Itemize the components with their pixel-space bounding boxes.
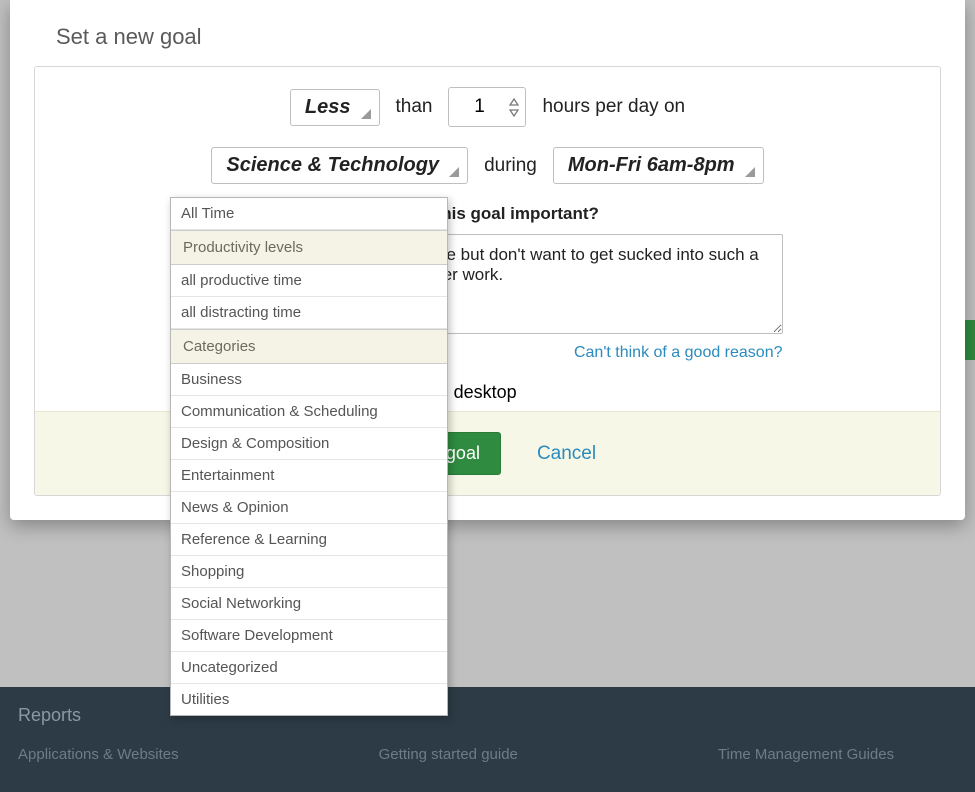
- dropdown-option[interactable]: Social Networking: [171, 588, 447, 620]
- dropdown-option[interactable]: Design & Composition: [171, 428, 447, 460]
- label-than: than: [396, 96, 433, 118]
- label-unit: hours per day on: [542, 96, 685, 118]
- dropdown-option[interactable]: News & Opinion: [171, 492, 447, 524]
- hint-link[interactable]: Can't think of a good reason?: [574, 344, 783, 361]
- dropdown-option[interactable]: Entertainment: [171, 460, 447, 492]
- stepper-up-icon[interactable]: [509, 98, 519, 107]
- category-dropdown-menu[interactable]: All TimeProductivity levelsall productiv…: [170, 197, 448, 716]
- row-sentence-2: Science & Technology during Mon-Fri 6am-…: [35, 147, 940, 184]
- row-sentence-1: Less than hours per day on: [35, 87, 940, 127]
- dropdown-option[interactable]: Communication & Scheduling: [171, 396, 447, 428]
- dropdown-option[interactable]: Shopping: [171, 556, 447, 588]
- dropdown-option[interactable]: Utilities: [171, 684, 447, 715]
- label-during: during: [484, 155, 537, 177]
- dropdown-section-header: Productivity levels: [171, 230, 447, 265]
- category-select[interactable]: Science & Technology: [211, 147, 468, 184]
- stepper-down-icon[interactable]: [509, 108, 519, 117]
- dropdown-option[interactable]: Software Development: [171, 620, 447, 652]
- dropdown-option[interactable]: all productive time: [171, 265, 447, 297]
- dropdown-option[interactable]: all distracting time: [171, 297, 447, 329]
- direction-select[interactable]: Less: [290, 89, 380, 126]
- schedule-select[interactable]: Mon-Fri 6am-8pm: [553, 147, 764, 184]
- dropdown-option[interactable]: Business: [171, 364, 447, 396]
- hours-input[interactable]: [449, 88, 509, 126]
- schedule-value: Mon-Fri 6am-8pm: [568, 154, 735, 176]
- dropdown-option[interactable]: Reference & Learning: [171, 524, 447, 556]
- bg-footer-links: Applications & Websites Getting started …: [18, 746, 957, 763]
- goal-panel: Less than hours per day on Science & Tec…: [34, 66, 941, 496]
- chevron-down-icon: [745, 167, 755, 177]
- chevron-down-icon: [361, 109, 371, 119]
- category-value: Science & Technology: [226, 154, 439, 176]
- modal-title: Set a new goal: [56, 24, 941, 50]
- bg-footer-title: Reports: [18, 705, 957, 726]
- bg-footer-link: Getting started guide: [379, 746, 518, 763]
- direction-value: Less: [305, 96, 351, 118]
- bg-footer: Reports Applications & Websites Getting …: [0, 687, 975, 792]
- chevron-down-icon: [449, 167, 459, 177]
- dropdown-section-header: Categories: [171, 329, 447, 364]
- goal-modal: Set a new goal Less than hours per day o…: [10, 0, 965, 520]
- dropdown-option[interactable]: Uncategorized: [171, 652, 447, 684]
- hours-stepper[interactable]: [448, 87, 526, 127]
- alert-desktop-label: desktop: [454, 382, 517, 403]
- dropdown-option[interactable]: All Time: [171, 198, 447, 230]
- bg-footer-link: Applications & Websites: [18, 746, 179, 763]
- bg-footer-link: Time Management Guides: [718, 746, 894, 763]
- cancel-button[interactable]: Cancel: [537, 443, 596, 465]
